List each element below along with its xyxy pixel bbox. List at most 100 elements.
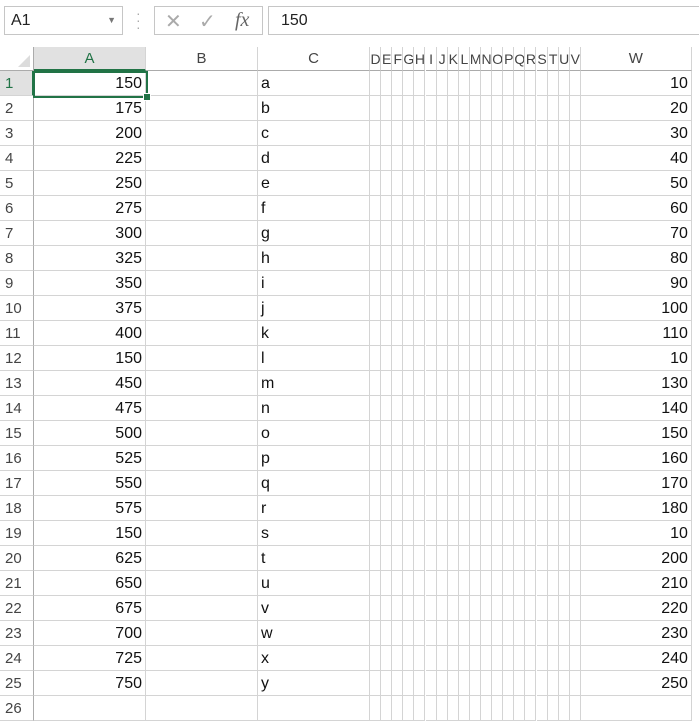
cell-g14[interactable]	[403, 396, 415, 421]
cell-b24[interactable]	[146, 646, 258, 671]
cell-w23[interactable]: 230	[580, 621, 692, 646]
row-header-9[interactable]: 9	[0, 271, 34, 296]
cell-t1[interactable]	[547, 71, 559, 96]
cell-m1[interactable]	[469, 71, 481, 96]
cell-m24[interactable]	[469, 646, 481, 671]
cell-h24[interactable]	[414, 646, 426, 671]
cell-o8[interactable]	[492, 246, 504, 271]
cell-b7[interactable]	[146, 221, 258, 246]
cell-t16[interactable]	[547, 446, 559, 471]
cell-e22[interactable]	[381, 596, 393, 621]
cell-s18[interactable]	[536, 496, 548, 521]
cell-w16[interactable]: 160	[580, 446, 692, 471]
cell-l17[interactable]	[458, 471, 470, 496]
cell-i21[interactable]	[425, 571, 437, 596]
cell-w8[interactable]: 80	[580, 246, 692, 271]
cell-n8[interactable]	[481, 246, 493, 271]
cell-o6[interactable]	[492, 196, 504, 221]
cell-e19[interactable]	[381, 521, 393, 546]
cell-q16[interactable]	[514, 446, 526, 471]
cell-t6[interactable]	[547, 196, 559, 221]
cell-u25[interactable]	[558, 671, 570, 696]
column-header-i[interactable]: I	[425, 47, 437, 71]
cell-e10[interactable]	[381, 296, 393, 321]
cell-a12[interactable]: 150	[34, 346, 146, 371]
cell-w6[interactable]: 60	[580, 196, 692, 221]
cell-o24[interactable]	[492, 646, 504, 671]
cell-d3[interactable]	[370, 121, 382, 146]
cell-w10[interactable]: 100	[580, 296, 692, 321]
cell-e16[interactable]	[381, 446, 393, 471]
cell-h14[interactable]	[414, 396, 426, 421]
cell-i1[interactable]	[425, 71, 437, 96]
cell-m15[interactable]	[469, 421, 481, 446]
cell-g16[interactable]	[403, 446, 415, 471]
cell-f16[interactable]	[392, 446, 404, 471]
name-box[interactable]: A1 ▼	[4, 6, 123, 35]
cell-w18[interactable]: 180	[580, 496, 692, 521]
cell-j11[interactable]	[436, 321, 448, 346]
cell-t10[interactable]	[547, 296, 559, 321]
cell-e6[interactable]	[381, 196, 393, 221]
cell-n6[interactable]	[481, 196, 493, 221]
cell-v17[interactable]	[569, 471, 581, 496]
cell-l15[interactable]	[458, 421, 470, 446]
cell-s13[interactable]	[536, 371, 548, 396]
cell-q25[interactable]	[514, 671, 526, 696]
cell-p5[interactable]	[503, 171, 515, 196]
cell-g18[interactable]	[403, 496, 415, 521]
cell-v20[interactable]	[569, 546, 581, 571]
cell-e25[interactable]	[381, 671, 393, 696]
cell-j19[interactable]	[436, 521, 448, 546]
cell-q10[interactable]	[514, 296, 526, 321]
cell-j4[interactable]	[436, 146, 448, 171]
cell-q13[interactable]	[514, 371, 526, 396]
cell-l12[interactable]	[458, 346, 470, 371]
cell-f9[interactable]	[392, 271, 404, 296]
cell-s22[interactable]	[536, 596, 548, 621]
cell-c1[interactable]: a	[258, 71, 370, 96]
row-header-18[interactable]: 18	[0, 496, 34, 521]
cell-e5[interactable]	[381, 171, 393, 196]
cell-f5[interactable]	[392, 171, 404, 196]
cell-l7[interactable]	[458, 221, 470, 246]
cell-l2[interactable]	[458, 96, 470, 121]
cell-o12[interactable]	[492, 346, 504, 371]
cell-n7[interactable]	[481, 221, 493, 246]
cell-m11[interactable]	[469, 321, 481, 346]
cell-m23[interactable]	[469, 621, 481, 646]
cell-t11[interactable]	[547, 321, 559, 346]
cell-a7[interactable]: 300	[34, 221, 146, 246]
cell-d11[interactable]	[370, 321, 382, 346]
cell-k21[interactable]	[447, 571, 459, 596]
cell-r19[interactable]	[525, 521, 537, 546]
cell-j24[interactable]	[436, 646, 448, 671]
cell-i3[interactable]	[425, 121, 437, 146]
cell-u10[interactable]	[558, 296, 570, 321]
cell-t13[interactable]	[547, 371, 559, 396]
column-header-p[interactable]: P	[503, 47, 515, 71]
cell-c14[interactable]: n	[258, 396, 370, 421]
row-header-12[interactable]: 12	[0, 346, 34, 371]
cell-f17[interactable]	[392, 471, 404, 496]
cell-q12[interactable]	[514, 346, 526, 371]
cell-t4[interactable]	[547, 146, 559, 171]
select-all-button[interactable]	[0, 47, 34, 71]
cell-l6[interactable]	[458, 196, 470, 221]
cell-g5[interactable]	[403, 171, 415, 196]
cell-i12[interactable]	[425, 346, 437, 371]
cell-l20[interactable]	[458, 546, 470, 571]
column-header-n[interactable]: N	[481, 47, 493, 71]
cell-b1[interactable]	[146, 71, 258, 96]
cell-p10[interactable]	[503, 296, 515, 321]
cell-d24[interactable]	[370, 646, 382, 671]
cell-v13[interactable]	[569, 371, 581, 396]
cell-d20[interactable]	[370, 546, 382, 571]
cell-p23[interactable]	[503, 621, 515, 646]
cell-u9[interactable]	[558, 271, 570, 296]
cell-h25[interactable]	[414, 671, 426, 696]
cell-w19[interactable]: 10	[580, 521, 692, 546]
cell-w7[interactable]: 70	[580, 221, 692, 246]
cell-t5[interactable]	[547, 171, 559, 196]
cell-f4[interactable]	[392, 146, 404, 171]
